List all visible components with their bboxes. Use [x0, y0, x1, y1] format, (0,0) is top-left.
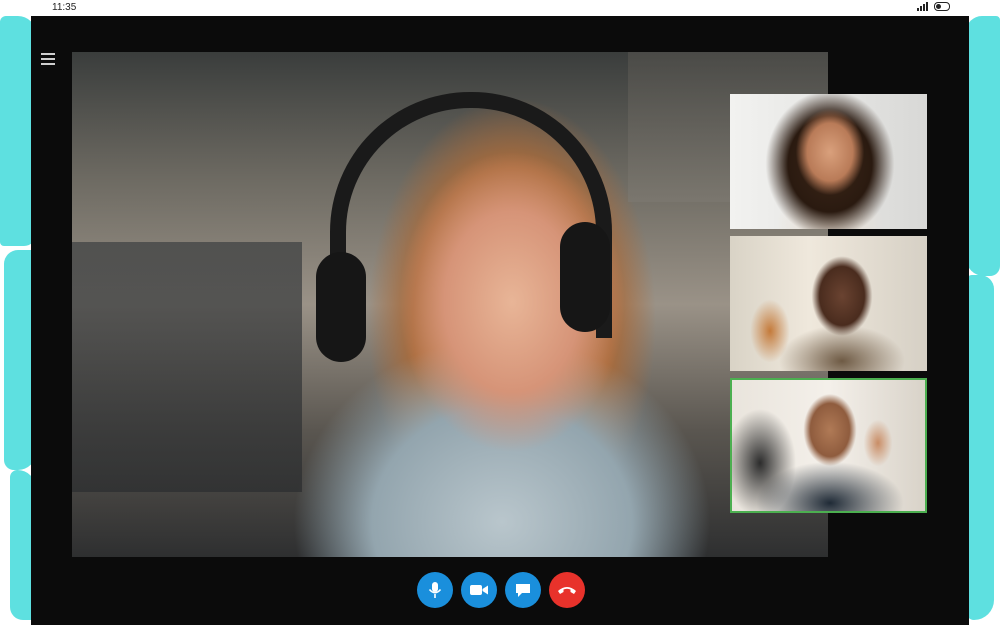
status-icons [917, 2, 950, 11]
microphone-icon [428, 582, 442, 598]
call-controls [417, 572, 585, 608]
phone-hangup-icon [558, 587, 576, 594]
background-brush-right-top [966, 16, 1000, 276]
participant-video-1[interactable] [730, 94, 927, 229]
main-speaker-video [72, 52, 828, 557]
mute-mic-button[interactable] [417, 572, 453, 608]
chat-bubble-icon [516, 584, 530, 597]
status-time: 11:35 [52, 2, 77, 13]
background-kitchen [72, 242, 302, 492]
chat-button[interactable] [505, 572, 541, 608]
toggle-video-button[interactable] [461, 572, 497, 608]
participant-video-3-active[interactable] [730, 378, 927, 513]
signal-icon [917, 2, 928, 11]
participant-video-2[interactable] [730, 236, 927, 371]
status-bar: 11:35 [0, 0, 1000, 16]
background-brush-right-bottom [966, 275, 994, 620]
menu-icon[interactable] [41, 52, 55, 66]
video-camera-icon [470, 585, 488, 595]
video-call-app [31, 16, 969, 625]
end-call-button[interactable] [549, 572, 585, 608]
headphone-earcup-left [316, 252, 366, 362]
headphone-earcup-right [560, 222, 610, 332]
battery-icon [934, 2, 950, 11]
